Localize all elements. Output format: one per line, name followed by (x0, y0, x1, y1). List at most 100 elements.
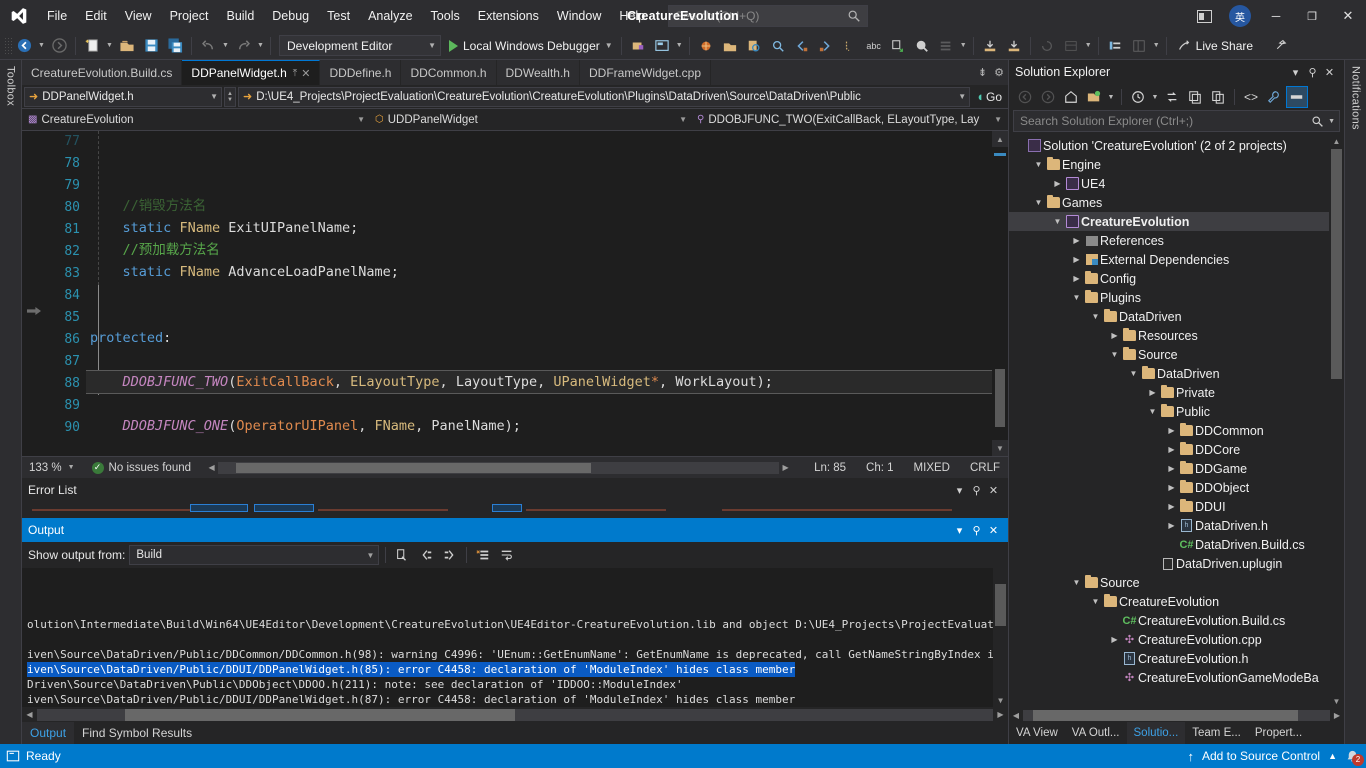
columns-icon[interactable] (1128, 35, 1150, 57)
tree-item-ddcore[interactable]: ▶ DDCore (1009, 440, 1344, 459)
tree-item-datadriven-build-cs[interactable]: C# DataDriven.Build.cs (1009, 535, 1344, 554)
collapsed-chevron-icon[interactable]: ▶ (1165, 426, 1178, 435)
show-output-from-combo[interactable]: Build ▼ (129, 545, 380, 565)
tree-item-public[interactable]: ▼ Public (1009, 402, 1344, 421)
redo-icon[interactable] (232, 35, 254, 57)
undo-dropdown-icon[interactable]: ▼ (220, 35, 231, 57)
collapsed-chevron-icon[interactable]: ▶ (1165, 464, 1178, 473)
back-dropdown-icon[interactable]: ▼ (36, 35, 47, 57)
home-icon[interactable] (1060, 86, 1082, 108)
scroll-up-icon[interactable]: ▲ (1329, 134, 1344, 148)
expanded-chevron-icon[interactable]: ▼ (1146, 407, 1159, 416)
output-line[interactable]: iven\Source\DataDriven/Public/DDCommon/D… (27, 647, 1008, 662)
notifications-rail[interactable]: Notifications (1344, 60, 1366, 744)
solution-tree[interactable]: ▲ ▼ Solution 'CreatureEvolution' (2 of 2… (1009, 134, 1344, 708)
code-line[interactable]: //销毁方法名 (86, 195, 1008, 217)
collapsed-chevron-icon[interactable]: ▶ (1165, 502, 1178, 511)
show-all-dropdown-icon[interactable]: ▼ (1150, 86, 1160, 108)
close-icon[interactable]: ✕ (985, 524, 1002, 537)
pin-icon[interactable]: ⚲ (968, 524, 985, 537)
quick-actions-icon[interactable] (911, 35, 933, 57)
code-text-area[interactable]: //销毁方法名 static FName ExitUIPanelName; //… (86, 131, 1008, 456)
tree-item-source[interactable]: ▼ Source (1009, 573, 1344, 592)
find-in-files-icon[interactable] (767, 35, 789, 57)
code-line[interactable] (86, 437, 1008, 456)
start-debugging-button[interactable]: Local Windows Debugger ▼ (445, 35, 617, 57)
layout-preview-icon[interactable] (1186, 0, 1222, 32)
output-line[interactable]: iven\Source\DataDriven/Public/DDUI/DDPan… (27, 662, 1008, 677)
tree-hscroll-track[interactable] (1023, 709, 1330, 721)
editor-horizontal-scrollbar[interactable]: ◀ ▶ (205, 461, 792, 475)
go-to-previous-message-icon[interactable] (416, 545, 436, 565)
chevron-down-icon[interactable]: ▼ (605, 41, 613, 50)
hscroll-track[interactable] (218, 461, 780, 474)
project-selector[interactable]: ▩ CreatureEvolution ▼ (24, 111, 369, 129)
tree-item-engine[interactable]: ▼ Engine (1009, 155, 1344, 174)
code-line[interactable]: DDOBJFUNC_ONE(OperatorUIPanel, FName, Pa… (86, 415, 1008, 437)
minimize-button[interactable]: ─ (1258, 0, 1294, 32)
menu-build[interactable]: Build (217, 0, 263, 32)
live-preview-dropdown-icon[interactable]: ▼ (674, 35, 685, 57)
back-icon[interactable] (1014, 86, 1036, 108)
save-icon[interactable] (140, 35, 162, 57)
tree-item-source[interactable]: ▼ Source (1009, 345, 1344, 364)
file-selector-combo[interactable]: ➜ DDPanelWidget.h ▼ (24, 86, 222, 107)
scroll-left-icon[interactable]: ◀ (205, 463, 218, 472)
collapsed-chevron-icon[interactable]: ▶ (1051, 179, 1064, 188)
bottom-tab-find-symbol-results[interactable]: Find Symbol Results (74, 722, 200, 744)
collapsed-chevron-icon[interactable]: ▶ (1165, 483, 1178, 492)
tree-item-creatureevolution-build-cs[interactable]: C# CreatureEvolution.Build.cs (1009, 611, 1344, 630)
refresh-icon[interactable] (1184, 86, 1206, 108)
tree-item-ddgame[interactable]: ▶ DDGame (1009, 459, 1344, 478)
code-line[interactable]: protected: (86, 327, 1008, 349)
live-share-button[interactable]: Live Share (1171, 35, 1259, 57)
table-icon[interactable] (1060, 35, 1082, 57)
tree-item-external-dependencies[interactable]: ▶ External Dependencies (1009, 250, 1344, 269)
indent-icon[interactable] (1104, 35, 1126, 57)
pin-tab-icon[interactable]: ⤒ (293, 68, 297, 79)
expanded-chevron-icon[interactable]: ▼ (1108, 350, 1121, 359)
tab-ddpanelwidget-h[interactable]: DDPanelWidget.h ⤒ ✕ (182, 60, 321, 85)
show-all-files-icon[interactable] (1127, 86, 1149, 108)
notification-bell[interactable]: 2 (1345, 749, 1364, 766)
new-item-dropdown-icon[interactable]: ▼ (104, 35, 115, 57)
glyph-margin[interactable] (22, 131, 44, 456)
tree-item-creatureevolution[interactable]: ▼ CreatureEvolution (1009, 212, 1344, 231)
solution-explorer-header[interactable]: Solution Explorer ▾ ⚲ ✕ (1009, 60, 1344, 84)
tree-item-datadriven-h[interactable]: ▶ h DataDriven.h (1009, 516, 1344, 535)
refactor-icon[interactable] (887, 35, 909, 57)
scrollbar-thumb[interactable] (995, 369, 1005, 427)
code-line[interactable]: static FName AdvanceLoadPanelName; (86, 261, 1008, 283)
tree-item-creatureevolution-cpp[interactable]: ▶ ✣ CreatureEvolution.cpp (1009, 630, 1344, 649)
code-editor[interactable]: 77 78 79 80 81 82 83 84 85 86 87 88 89 90 //销毁方法名 sta… (22, 131, 1008, 456)
issue-status[interactable]: ✓ No issues found (91, 461, 191, 474)
view-code-icon[interactable]: <> (1240, 86, 1262, 108)
tree-item-resources[interactable]: ▶ Resources (1009, 326, 1344, 345)
menu-extensions[interactable]: Extensions (469, 0, 548, 32)
out-hscroll-thumb[interactable] (125, 708, 515, 721)
se-tab-va-outline[interactable]: VA Outl... (1065, 722, 1127, 744)
pin-icon[interactable]: ⚲ (968, 484, 985, 497)
close-icon[interactable]: ✕ (985, 484, 1002, 497)
scroll-left-icon[interactable]: ◀ (1009, 711, 1023, 720)
collapsed-chevron-icon[interactable]: ▶ (1070, 236, 1083, 245)
tree-item-ddui[interactable]: ▶ DDUI (1009, 497, 1344, 516)
clear-all-icon[interactable] (473, 545, 493, 565)
pending-changes-filter-icon[interactable] (1083, 86, 1105, 108)
scroll-up-icon[interactable]: ▲ (992, 131, 1008, 147)
output-line[interactable]: olution\Intermediate\Build\Win64\UE4Edit… (27, 617, 1008, 632)
chevron-down-icon[interactable]: ▾ (951, 524, 968, 537)
expanded-chevron-icon[interactable]: ▼ (1070, 578, 1083, 587)
toolbox-rail[interactable]: Toolbox (0, 60, 22, 744)
pin-icon[interactable]: ⚲ (1304, 66, 1321, 79)
search-options-chevron-icon[interactable]: ▼ (1328, 118, 1335, 125)
live-preview-icon[interactable] (651, 35, 673, 57)
output-scroll-thumb[interactable] (995, 584, 1006, 626)
close-button[interactable]: ✕ (1330, 0, 1366, 32)
expanded-chevron-icon[interactable]: ▼ (1032, 160, 1045, 169)
code-line[interactable] (86, 283, 1008, 305)
tree-item-creatureevolution[interactable]: ▼ CreatureEvolution (1009, 592, 1344, 611)
se-tab-va-view[interactable]: VA View (1009, 722, 1065, 744)
se-tab-team-explorer[interactable]: Team E... (1185, 722, 1248, 744)
search-input[interactable] (675, 9, 848, 23)
